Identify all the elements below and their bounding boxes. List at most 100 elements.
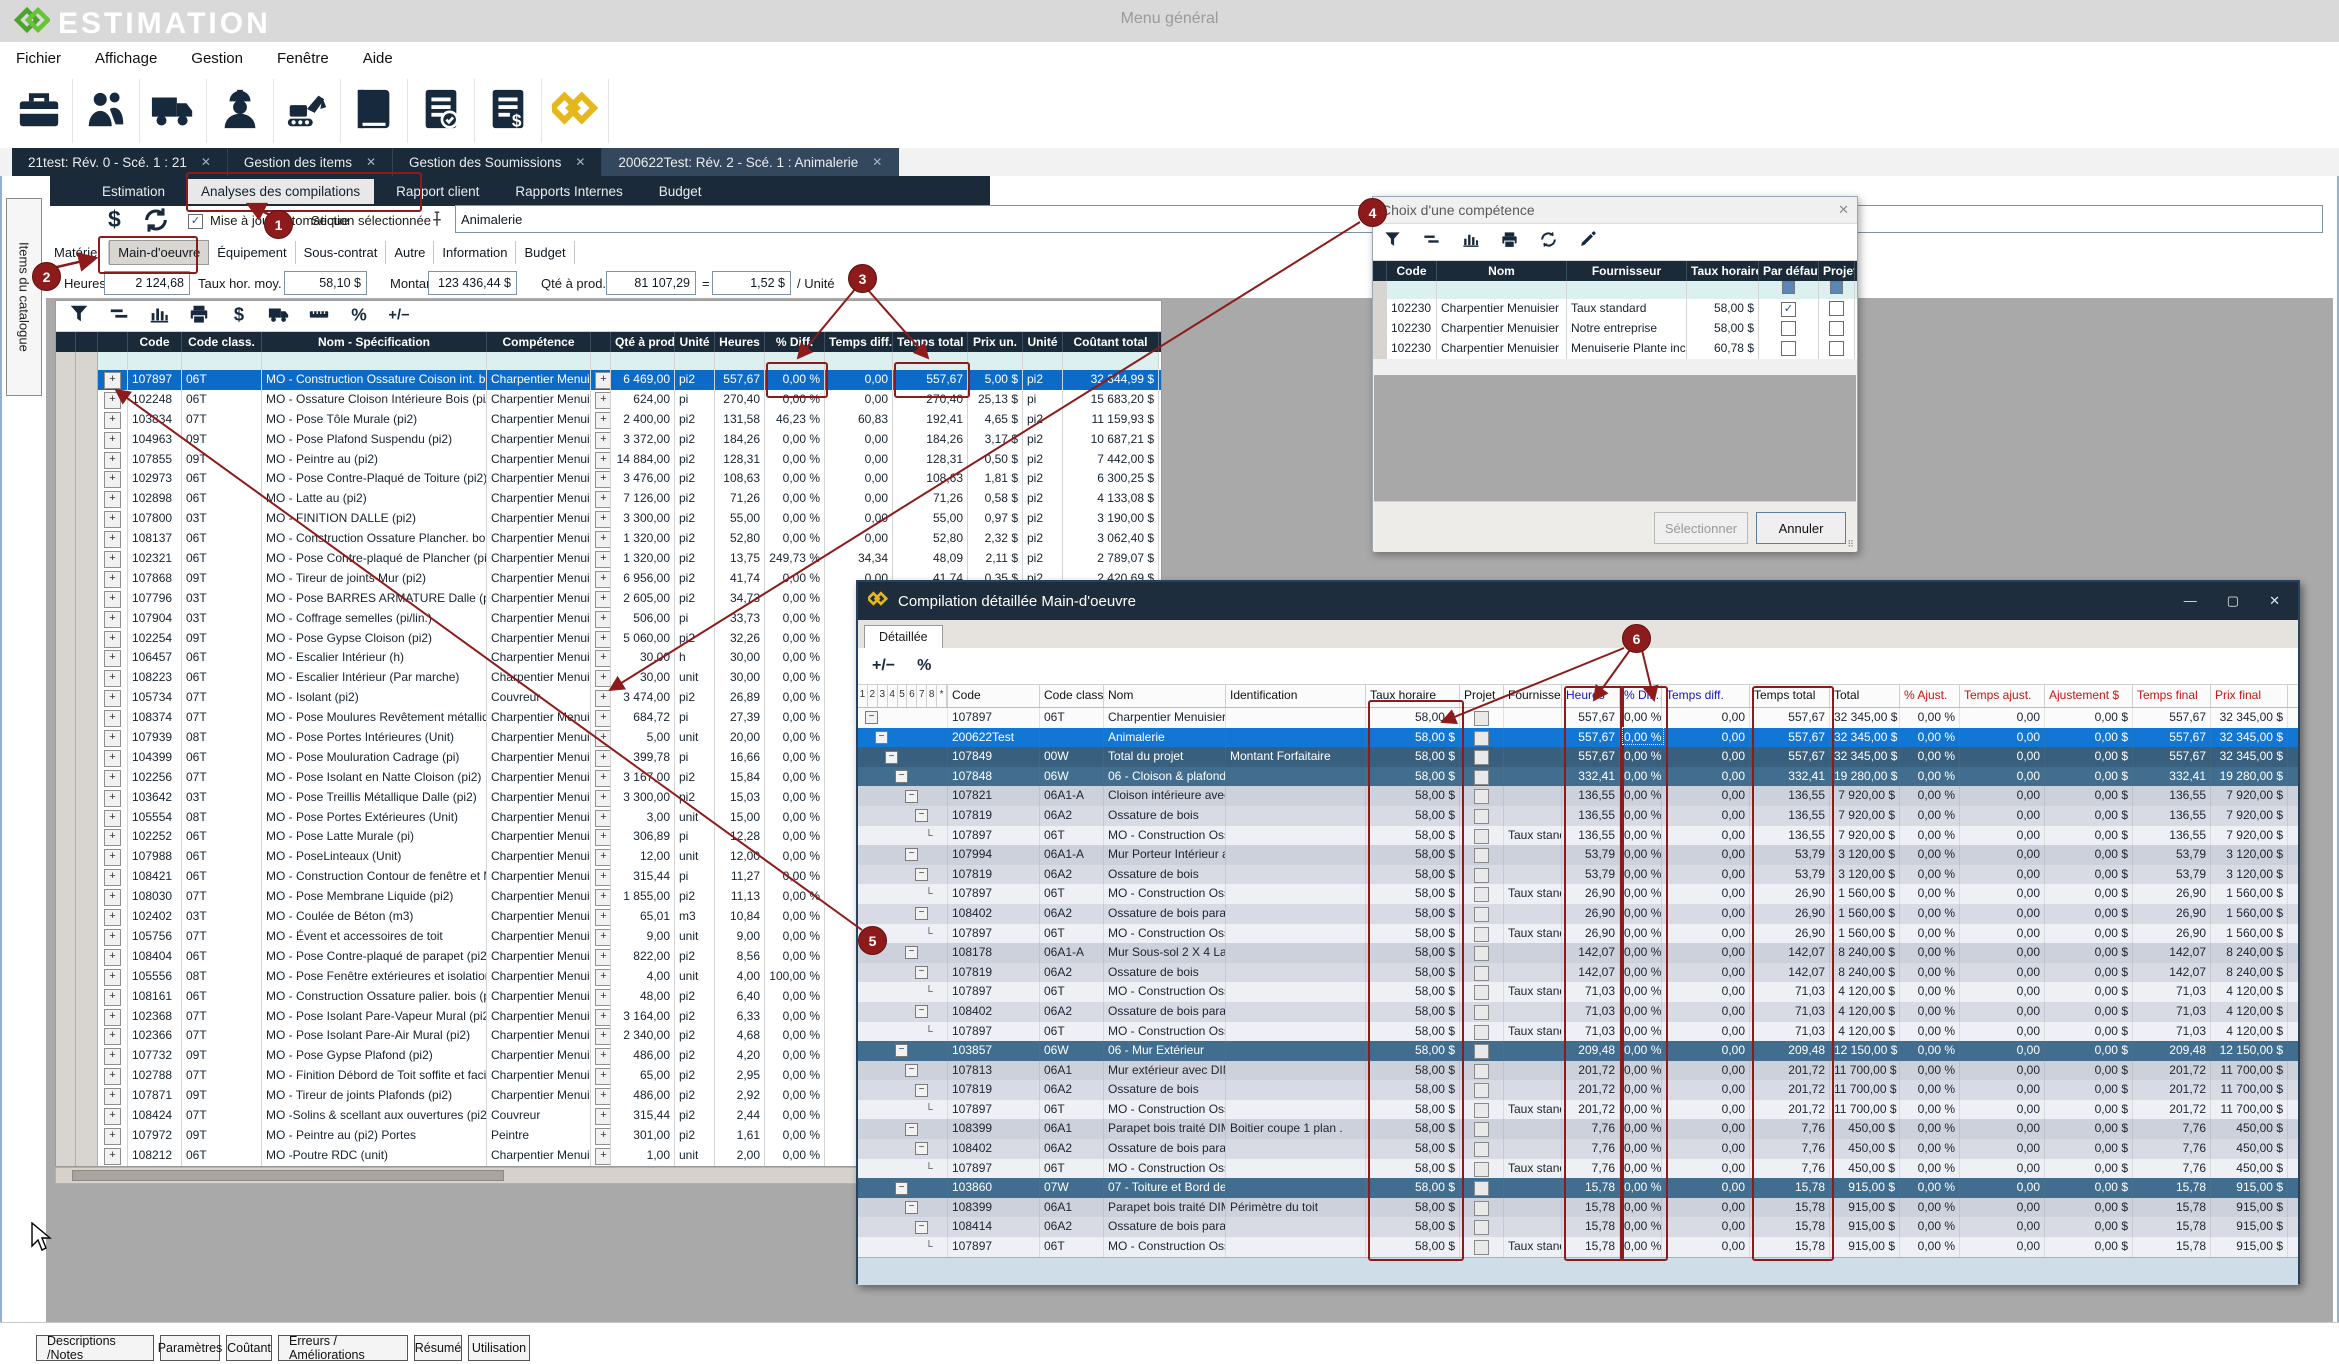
expand-icon[interactable]: +	[104, 1128, 121, 1145]
lines-icon[interactable]	[1422, 230, 1441, 254]
compilation-row[interactable]: −10817806A1-AMur Sous-sol 2 X 4 Lain58,0…	[858, 943, 2298, 963]
col-header[interactable]	[98, 332, 128, 352]
module-tab[interactable]: Budget	[645, 179, 716, 204]
dialog-title-bar[interactable]: Choix d'une compétence✕	[1373, 197, 1857, 224]
expand-icon[interactable]: +	[104, 730, 121, 747]
percent-icon[interactable]: %	[917, 657, 931, 675]
category-tab[interactable]: Matériel	[46, 241, 109, 264]
expand-icon[interactable]: +	[595, 611, 611, 628]
compilation-row[interactable]: └10789706TMO - Construction Ossa58,00 $T…	[858, 826, 2298, 846]
expand-icon[interactable]: +	[595, 790, 611, 807]
module-tab[interactable]: Analyses des compilations	[187, 179, 374, 204]
category-tab[interactable]: Information	[434, 241, 516, 264]
compilation-row[interactable]: └10789706TMO - Construction Ossa58,00 $T…	[858, 982, 2298, 1002]
compilation-title-bar[interactable]: Compilation détaillée Main-d'oeuvre—▢✕	[858, 582, 2298, 620]
table-row[interactable]: +10813706TMO - Construction Ossature Pla…	[56, 529, 1161, 549]
collapse-icon[interactable]: −	[895, 1182, 908, 1195]
expand-icon[interactable]: +	[595, 1028, 611, 1045]
col-header[interactable]: Identification	[1226, 685, 1366, 707]
refresh-icon[interactable]	[1539, 230, 1558, 254]
percent-icon[interactable]: %	[348, 303, 370, 330]
col-header[interactable]: Code class.	[1040, 685, 1104, 707]
collapse-icon[interactable]: −	[915, 1221, 928, 1234]
module-tab[interactable]: Estimation	[88, 179, 179, 204]
expand-icon[interactable]: +	[104, 631, 121, 648]
toolbar-button[interactable]	[274, 79, 341, 143]
expand-icon[interactable]: +	[595, 810, 611, 827]
compilation-row[interactable]: −10841406A2Ossature de bois parap58,00 $…	[858, 1217, 2298, 1237]
expand-icon[interactable]: +	[595, 1148, 611, 1165]
compilation-hscrollbar[interactable]	[858, 1257, 2298, 1285]
expand-icon[interactable]: +	[104, 969, 121, 986]
collapse-icon[interactable]: −	[905, 946, 918, 959]
expand-icon[interactable]: +	[595, 1009, 611, 1026]
pencil-icon[interactable]	[1578, 230, 1597, 254]
expand-icon[interactable]: +	[595, 690, 611, 707]
col-header[interactable]: Qté à prod.	[611, 332, 675, 352]
toolbar-button[interactable]	[408, 79, 475, 143]
expand-icon[interactable]: +	[104, 471, 121, 488]
chart-icon[interactable]	[148, 303, 170, 330]
col-header[interactable]: % Ajust.	[1900, 685, 1960, 707]
menu-gestion[interactable]: Gestion	[191, 50, 243, 67]
compilation-row[interactable]: −10799406A1-AMur Porteur Intérieur av58,…	[858, 845, 2298, 865]
collapse-icon[interactable]: −	[905, 848, 918, 861]
pin-icon[interactable]	[428, 210, 446, 233]
filter-checkbox[interactable]	[1830, 281, 1843, 294]
compilation-row[interactable]: −10781306A1Mur extérieur avec DIM58,00 $…	[858, 1061, 2298, 1081]
expand-icon[interactable]: +	[595, 1128, 611, 1145]
col-header[interactable]: Temps ajust.	[1960, 685, 2045, 707]
col-header[interactable]: Taux horaire	[1687, 261, 1759, 281]
cancel-button[interactable]: Annuler	[1756, 512, 1846, 544]
expand-icon[interactable]: +	[104, 1088, 121, 1105]
expand-icon[interactable]: +	[595, 670, 611, 687]
collapse-icon[interactable]: −	[915, 1084, 928, 1097]
col-header[interactable]: Nom	[1437, 261, 1567, 281]
expand-icon[interactable]: +	[595, 471, 611, 488]
competence-row[interactable]: 102230Charpentier MenuisierNotre entrepr…	[1373, 319, 1857, 339]
expand-icon[interactable]: +	[104, 372, 121, 389]
toolbar-button[interactable]	[140, 79, 207, 143]
compilation-row[interactable]: −10781906A2Ossature de bois58,00 $201,72…	[858, 1080, 2298, 1100]
compilation-row[interactable]: └10789706TMO - Construction Ossa58,00 $T…	[858, 924, 2298, 944]
toolbar-button[interactable]	[542, 79, 609, 143]
document-tab[interactable]: 200622Test: Rév. 2 - Scé. 1 : Animalerie…	[602, 148, 899, 176]
expand-icon[interactable]: +	[595, 1088, 611, 1105]
menu-affichage[interactable]: Affichage	[95, 50, 157, 67]
close-icon[interactable]: ✕	[366, 155, 376, 169]
toolbar-button[interactable]	[6, 79, 73, 143]
col-header[interactable]: Temps total	[893, 332, 968, 352]
maximize-icon[interactable]: ▢	[2227, 593, 2239, 609]
collapse-icon[interactable]: −	[895, 1044, 908, 1057]
expand-icon[interactable]: +	[595, 889, 611, 906]
compilation-row[interactable]: −10385706W06 - Mur Extérieur58,00 $209,4…	[858, 1041, 2298, 1061]
bottom-tab[interactable]: Erreurs / Améliorations	[278, 1335, 408, 1361]
expand-icon[interactable]: +	[104, 849, 121, 866]
lines-icon[interactable]	[108, 303, 130, 330]
expand-icon[interactable]: +	[595, 730, 611, 747]
expand-icon[interactable]: +	[104, 491, 121, 508]
col-header[interactable]: Temps diff.	[1662, 685, 1750, 707]
projet-checkbox[interactable]	[1829, 301, 1844, 316]
bottom-tab[interactable]: Coûtant	[226, 1335, 272, 1361]
expand-icon[interactable]: +	[595, 551, 611, 568]
expand-icon[interactable]: +	[104, 829, 121, 846]
projet-checkbox[interactable]	[1829, 341, 1844, 356]
compilation-row[interactable]: −10789706TCharpentier Menuisier58,00 $55…	[858, 708, 2298, 728]
expand-icon[interactable]: +	[104, 1048, 121, 1065]
document-tab[interactable]: Gestion des Soumissions✕	[393, 148, 602, 176]
plusminus-icon[interactable]: +/−	[388, 303, 410, 330]
expand-icon[interactable]: +	[595, 650, 611, 667]
col-header[interactable]: Nom	[1104, 685, 1226, 707]
menu-aide[interactable]: Aide	[363, 50, 393, 67]
table-row[interactable]: +10297306TMO - Pose Contre-Plaqué de Toi…	[56, 469, 1161, 489]
toolbar-button[interactable]: $	[475, 79, 542, 143]
document-tab[interactable]: 21test: Rév. 0 - Scé. 1 : 21✕	[12, 148, 228, 176]
collapse-icon[interactable]: −	[875, 731, 888, 744]
compilation-row[interactable]: └10789706TMO - Construction Ossa58,00 $T…	[858, 1100, 2298, 1120]
collapse-icon[interactable]: −	[915, 1005, 928, 1018]
expand-icon[interactable]: +	[595, 710, 611, 727]
resize-grip[interactable]: ⠿	[1847, 539, 1854, 550]
expand-icon[interactable]: +	[595, 949, 611, 966]
bottom-tab[interactable]: Paramètres	[160, 1335, 220, 1361]
